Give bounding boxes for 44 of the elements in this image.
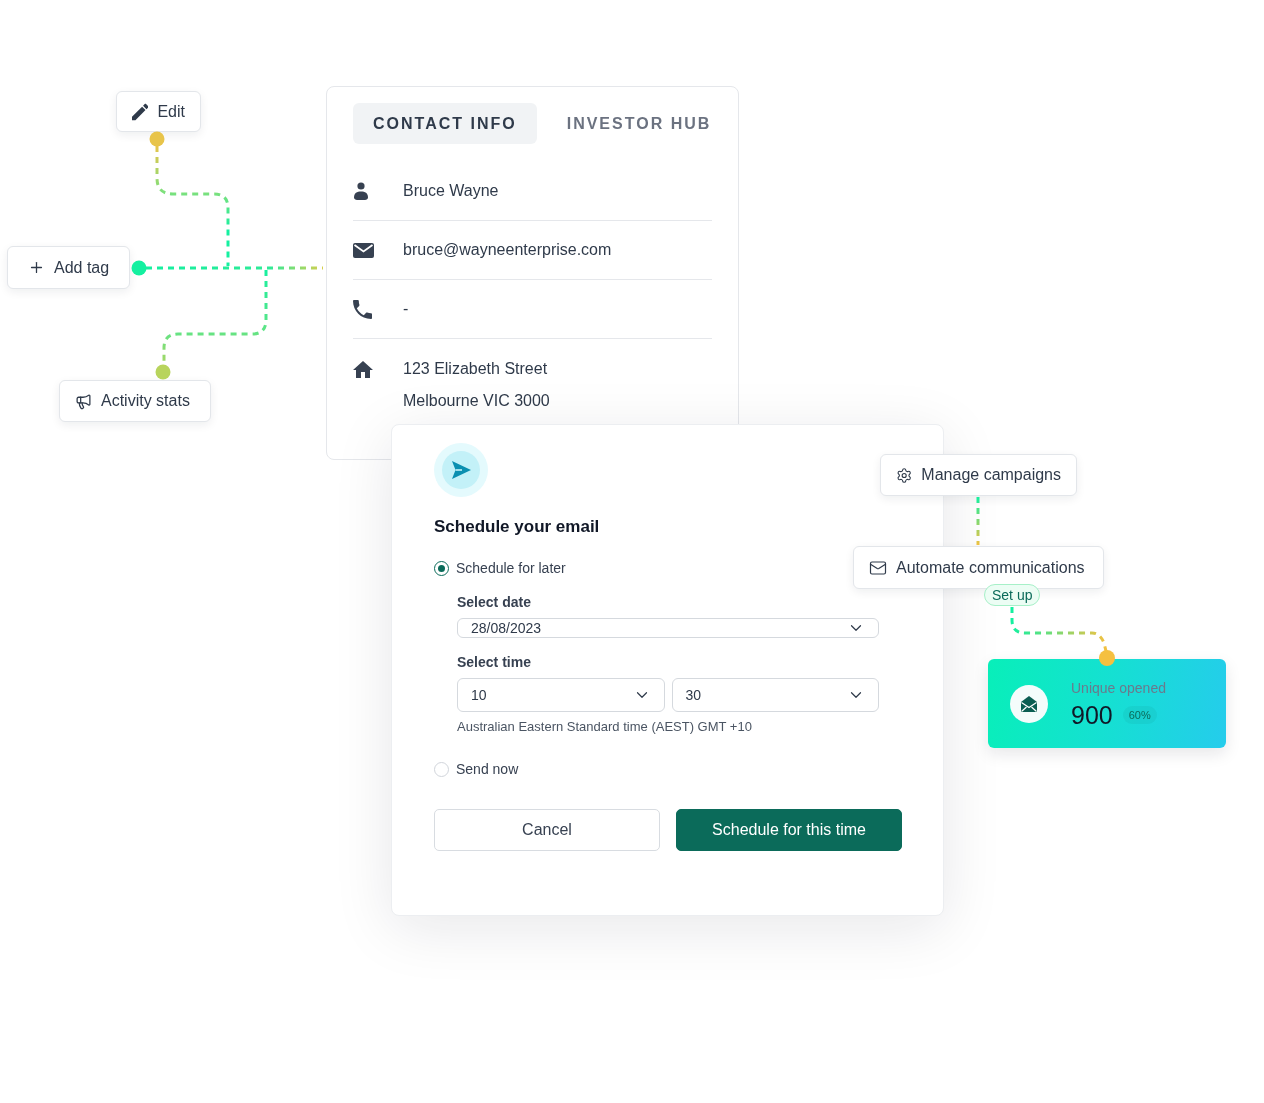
send-icon: [434, 443, 488, 497]
manage-campaigns-button[interactable]: Manage campaigns: [880, 454, 1077, 496]
date-select[interactable]: 28/08/2023: [457, 618, 879, 638]
activity-stats-button[interactable]: Activity stats: [59, 380, 211, 422]
change-badge: 60%: [1122, 705, 1157, 724]
megaphone-icon: [75, 392, 92, 410]
field-label: Select time: [457, 653, 532, 671]
settings-icon: [896, 466, 913, 484]
setup-badge: Set up: [984, 584, 1041, 606]
envelope-icon: [353, 242, 374, 258]
pencil-icon: [132, 102, 149, 121]
minute-select[interactable]: 30: [671, 678, 879, 712]
connector-line: [976, 497, 980, 545]
edit-button[interactable]: Edit: [116, 91, 201, 132]
contact-detail-text: 123 Elizabeth Street: [403, 359, 549, 379]
hour-select[interactable]: 10: [457, 678, 665, 712]
contact-detail-text: -: [403, 299, 409, 319]
cancel-button[interactable]: Cancel: [434, 809, 660, 851]
tab[interactable]: INVESTOR HUB: [546, 103, 732, 144]
connector-dot-icon: [1099, 650, 1115, 666]
plus-icon: [28, 259, 45, 276]
timezone-note: Australian Eastern Standard time (AEST) GMT +10: [457, 719, 753, 735]
add-tag-button[interactable]: Add tag: [7, 246, 130, 289]
contact-detail-text: Melbourne VIC 3000: [403, 391, 550, 411]
stat-value: 900: [1071, 699, 1113, 730]
radio-button[interactable]: [434, 560, 449, 576]
open-envelope-icon: [1010, 684, 1048, 723]
field-label: Select date: [457, 593, 532, 611]
contact-detail-text: Bruce Wayne: [403, 181, 499, 201]
tab[interactable]: CONTACT INFO: [353, 103, 537, 144]
option-label: Schedule for later: [456, 560, 566, 576]
phone-icon: [353, 299, 372, 319]
mail-icon: [869, 558, 887, 577]
stat-label: Unique opened: [1071, 679, 1166, 696]
option-label: Send now: [456, 761, 519, 777]
schedule-button[interactable]: Schedule for this time: [676, 809, 902, 851]
connector-dot-icon: [149, 131, 165, 147]
home-icon: [353, 360, 373, 378]
connector-dot-icon: [155, 364, 171, 380]
dialog-title: Schedule your email: [434, 516, 600, 538]
automate-communications-button[interactable]: Automate communications: [853, 546, 1104, 589]
person-icon: [353, 182, 369, 200]
connector-dot-icon: [131, 260, 147, 276]
contact-detail-text: bruce@wayneenterprise.com: [403, 240, 612, 260]
